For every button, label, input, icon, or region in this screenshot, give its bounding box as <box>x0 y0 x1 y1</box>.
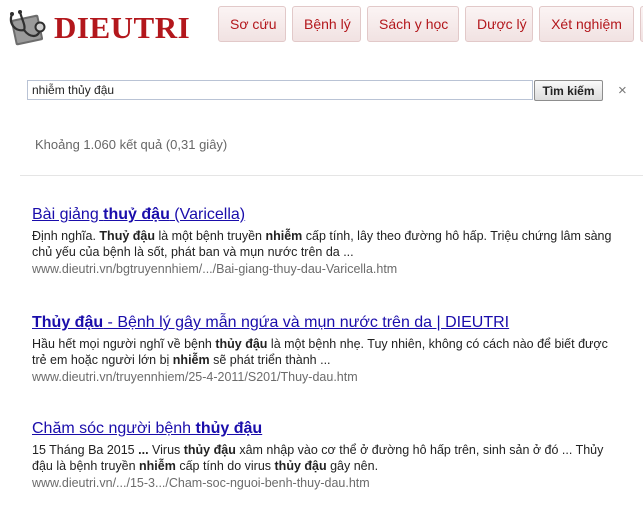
text-segment: cấp tính do virus <box>175 459 275 473</box>
stethoscope-book-icon <box>9 10 46 46</box>
highlighted-term: nhiễm <box>172 353 210 367</box>
text-segment: là một bệnh truyền <box>154 229 266 243</box>
search-button[interactable]: Tìm kiếm <box>534 80 603 101</box>
search-result: Bài giảng thuỷ đậu (Varicella) Định nghĩ… <box>32 205 622 277</box>
text-segment: sẽ phát triển thành ... <box>209 353 331 367</box>
nav-item-xet-nghiem[interactable]: Xét nghiệm <box>539 6 634 42</box>
text-segment: Bài giảng <box>32 206 104 223</box>
highlighted-term: nhiễm <box>265 229 303 243</box>
highlighted-term: thủy đậu <box>195 420 263 437</box>
text-segment: Chăm sóc người bệnh <box>32 420 196 437</box>
text-segment: - Bệnh lý gây mẫn ngứa và mụn nước trên … <box>103 314 510 331</box>
top-bar: DIEUTRI Sơ cứu Bệnh lý Sách y học Dược l… <box>0 0 643 54</box>
result-title-link[interactable]: Chăm sóc người bệnh thủy đậu <box>32 419 622 438</box>
result-url: www.dieutri.vn/truyennhiem/25-4-2011/S20… <box>32 370 358 384</box>
text-segment: Virus <box>148 443 184 457</box>
result-title-link[interactable]: Bài giảng thuỷ đậu (Varicella) <box>32 205 622 224</box>
result-snippet: Định nghĩa. Thuỷ đậu là một bệnh truyền … <box>32 228 622 260</box>
search-result: Thủy đậu - Bệnh lý gây mẫn ngứa và mụn n… <box>32 313 622 385</box>
text-segment: Định nghĩa. <box>32 229 100 243</box>
highlighted-term: Thủy đậu <box>32 314 104 331</box>
text-segment: gây nên. <box>326 459 379 473</box>
text-segment: 15 Tháng Ba 2015 <box>32 443 139 457</box>
nav-item-so-cuu[interactable]: Sơ cứu <box>218 6 286 42</box>
nav-item-duoc-ly[interactable]: Dược lý <box>465 6 533 42</box>
search-bar: Tìm kiếm × <box>27 80 637 102</box>
highlighted-term: thuỷ đậu <box>103 206 170 223</box>
result-title-link[interactable]: Thủy đậu - Bệnh lý gây mẫn ngứa và mụn n… <box>32 313 622 332</box>
text-segment: (Varicella) <box>169 206 246 223</box>
highlighted-term: nhiễm <box>139 459 176 473</box>
result-url: www.dieutri.vn/bgtruyennhiem/.../Bai-gia… <box>32 262 398 276</box>
result-url: www.dieutri.vn/.../15-3.../Cham-soc-nguo… <box>32 476 370 490</box>
nav-item-sach-y-hoc[interactable]: Sách y học <box>367 6 459 42</box>
highlighted-term: ... <box>138 443 149 457</box>
result-snippet: Hầu hết mọi người nghĩ về bệnh thủy đậu … <box>32 336 622 368</box>
logo-text: DIEUTRI <box>54 10 191 45</box>
main-nav: Sơ cứu Bệnh lý Sách y học Dược lý Xét ng… <box>218 6 643 42</box>
text-segment: Hầu hết mọi người nghĩ về bệnh <box>32 337 216 351</box>
search-input[interactable] <box>27 80 533 100</box>
result-stats: Khoảng 1.060 kết quả (0,31 giây) <box>35 137 228 152</box>
nav-item-benh-ly[interactable]: Bệnh lý <box>292 6 361 42</box>
highlighted-term: thủy đậu <box>183 443 236 457</box>
search-result: Chăm sóc người bệnh thủy đậu 15 Tháng Ba… <box>32 419 622 491</box>
close-icon[interactable]: × <box>618 82 627 99</box>
divider <box>20 175 643 176</box>
highlighted-term: thủy đậu <box>215 337 268 351</box>
highlighted-term: thủy đậu <box>274 459 327 473</box>
site-logo[interactable]: DIEUTRI <box>6 6 190 50</box>
result-snippet: 15 Tháng Ba 2015 ... Virus thủy đậu xâm … <box>32 442 622 474</box>
highlighted-term: Thuỷ đậu <box>99 229 155 243</box>
